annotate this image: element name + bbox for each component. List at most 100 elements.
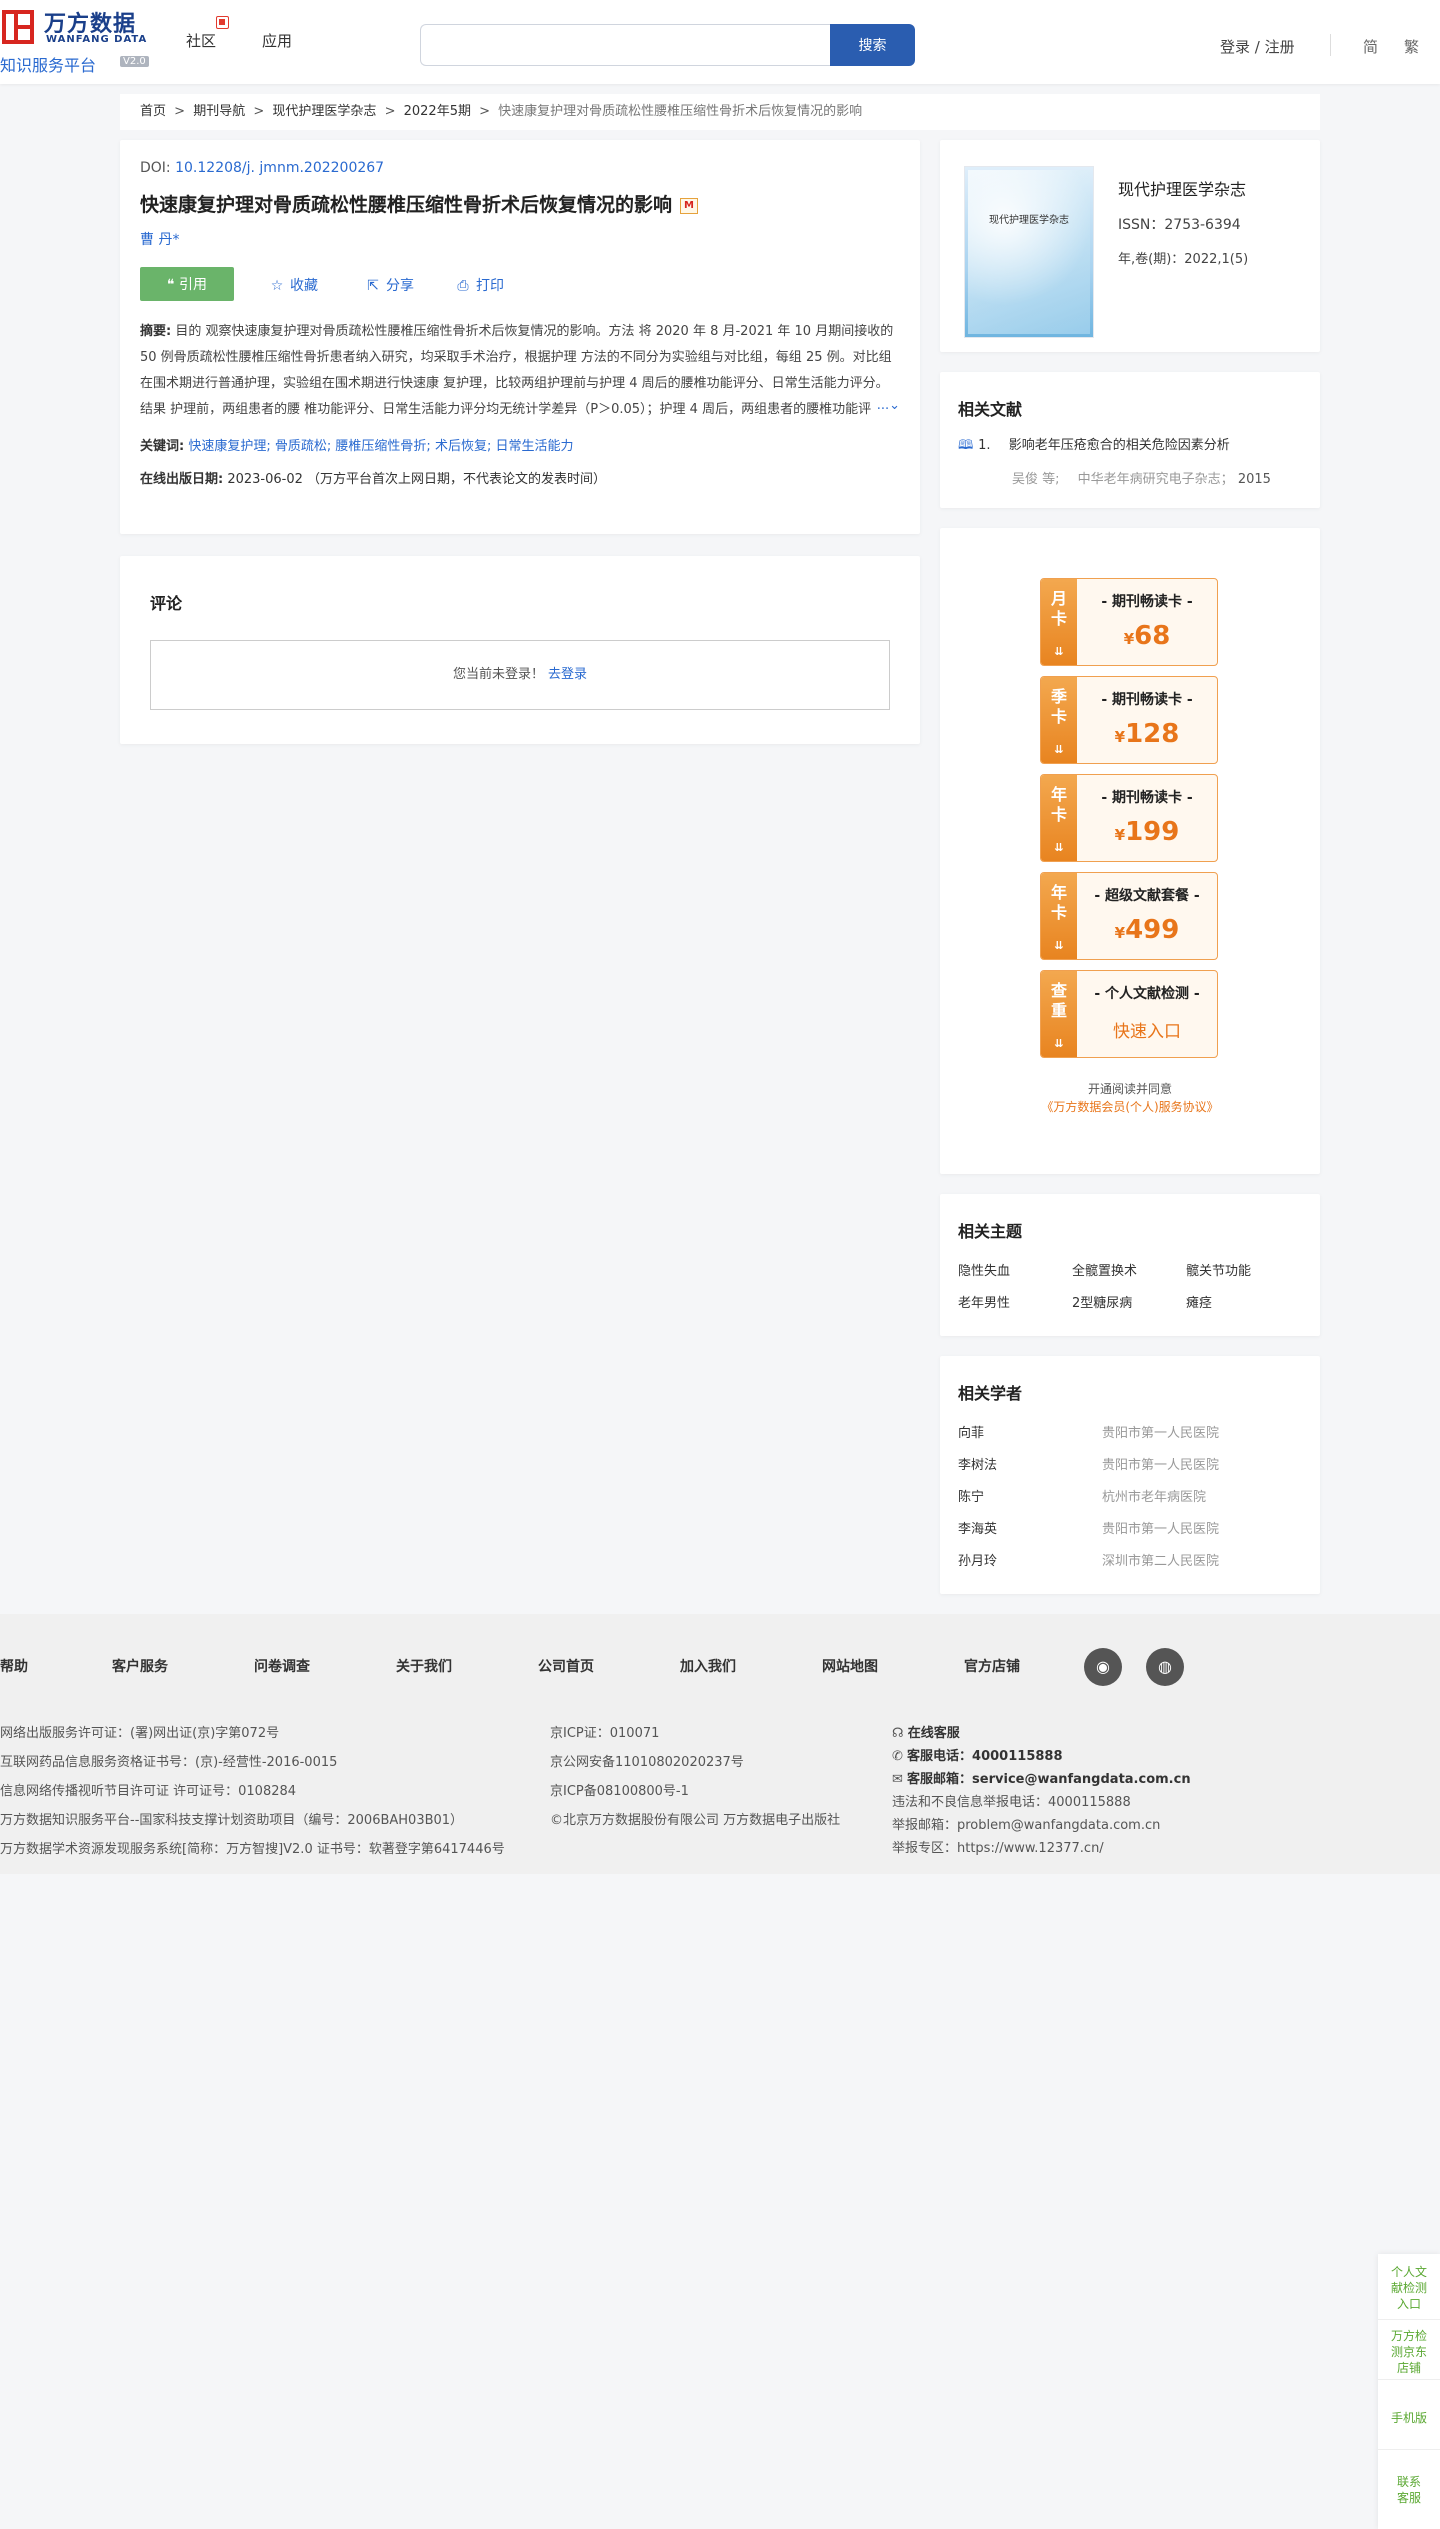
topic-tag[interactable]: 老年男性	[958, 1292, 1010, 1311]
doi-link[interactable]: 10.12208/j. jmnm.202200267	[175, 160, 384, 176]
cite-button[interactable]: ❝ 引用	[140, 267, 234, 301]
float-contact-service[interactable]: 联系客服	[1378, 2454, 1440, 2524]
scholar-name[interactable]: 陈宁	[958, 1486, 984, 1505]
login-register-link[interactable]: 登录 / 注册	[1220, 36, 1295, 57]
share-button[interactable]: ⇱ 分享	[366, 275, 414, 295]
cover-title: 现代护理医学杂志	[989, 215, 1069, 226]
lang-simplified[interactable]: 简	[1363, 36, 1378, 57]
journal-cover[interactable]: 现代护理医学杂志	[964, 166, 1094, 338]
agree-text: 开通阅读并同意	[1087, 1082, 1172, 1096]
keywords-label: 关键词:	[140, 439, 185, 454]
related-doc-item: 🕮 1. 影响老年压疮愈合的相关危险因素分析	[958, 434, 1308, 458]
card-side-label: 查重	[1050, 981, 1067, 1020]
currency: ¥	[1114, 728, 1126, 746]
breadcrumb-current: 快速康复护理对骨质疏松性腰椎压缩性骨折术后恢复情况的影响	[498, 104, 863, 119]
scholar-org: 贵阳市第一人民医院	[1102, 1522, 1220, 1537]
lang-traditional[interactable]: 繁	[1404, 36, 1419, 57]
footer-icp: 京ICP证：010071	[550, 1726, 660, 1741]
keyword-link[interactable]: 术后恢复;	[435, 439, 491, 454]
footer-icp: 京公网安备11010802020237号	[550, 1755, 744, 1770]
related-doc-title[interactable]: 影响老年压疮愈合的相关危险因素分析	[1009, 438, 1230, 453]
related-journal: 中华老年病研究电子杂志；	[1077, 472, 1234, 487]
cover-art	[968, 170, 1090, 334]
keyword-link[interactable]: 日常生活能力	[495, 439, 573, 454]
wechat-icon[interactable]: ◍	[1146, 1648, 1184, 1686]
share-icon: ⇱	[367, 278, 379, 294]
expand-ellipsis: ...	[876, 398, 890, 413]
cite-label: 引用	[178, 277, 207, 293]
card-label: - 期刊畅读卡 -	[1101, 692, 1193, 708]
scholar-name[interactable]: 向菲	[958, 1422, 984, 1441]
go-login-link[interactable]: 去登录	[548, 667, 587, 682]
card-side: 季卡 ⇊	[1041, 677, 1077, 763]
header-divider	[1330, 34, 1331, 56]
footer-link-store[interactable]: 官方店铺	[964, 1656, 1020, 1676]
comments-title: 评论	[150, 594, 183, 613]
breadcrumb-home[interactable]: 首页	[140, 104, 166, 119]
doi-line: DOI: 10.12208/j. jmnm.202200267	[140, 160, 900, 176]
footer-link-help[interactable]: 帮助	[0, 1656, 28, 1676]
journal-name[interactable]: 现代护理医学杂志	[1118, 176, 1246, 200]
topic-tag[interactable]: 瘫痉	[1186, 1292, 1212, 1311]
journal-issn: ISSN：2753-6394	[1118, 217, 1241, 233]
scholar-name[interactable]: 孙月玲	[958, 1550, 997, 1569]
scholar-org: 贵阳市第一人民医院	[1102, 1458, 1220, 1473]
footer-link-sitemap[interactable]: 网站地图	[822, 1656, 878, 1676]
breadcrumb-issue[interactable]: 2022年5期	[404, 104, 471, 119]
float-plagiarism-entry[interactable]: 个人文献检测入口	[1378, 2264, 1440, 2320]
breadcrumb-journal-nav[interactable]: 期刊导航	[193, 104, 245, 119]
footer-link-join[interactable]: 加入我们	[680, 1656, 736, 1676]
service-agreement-link[interactable]: 《万方数据会员(个人)服务协议》	[940, 1098, 1320, 1115]
print-button[interactable]: ⎙ 打印	[456, 275, 504, 295]
plagiarism-check-card[interactable]: 查重 ⇊ - 个人文献检测 - 快速入口	[1040, 970, 1218, 1058]
search-input[interactable]	[420, 24, 830, 66]
breadcrumb-journal[interactable]: 现代护理医学杂志	[272, 104, 376, 119]
double-down-arrow-icon: ⇊	[1054, 645, 1064, 658]
article-actions: ❝ 引用 ☆ 收藏 ⇱ 分享 ⎙ 打印	[140, 267, 900, 301]
scholar-name[interactable]: 李海英	[958, 1518, 997, 1537]
footer-link-about[interactable]: 关于我们	[396, 1656, 452, 1676]
journal-volume: 年,卷(期)：2022,1(5)	[1118, 252, 1249, 267]
abstract: 摘要: 目的 观察快速康复护理对骨质疏松性腰椎压缩性骨折术后恢复情况的影响。方法…	[140, 319, 900, 423]
print-label: 打印	[476, 278, 504, 294]
related-docs-title: 相关文献	[958, 400, 1023, 419]
article-title-text: 快速康复护理对骨质疏松性腰椎压缩性骨折术后恢复情况的影响	[140, 194, 673, 216]
report-email: 举报邮箱：problem@wanfangdata.com.cn	[892, 1818, 1161, 1833]
scholar-name[interactable]: 李树法	[958, 1454, 997, 1473]
search-button[interactable]: 搜索	[830, 24, 915, 66]
mail-icon: ✉	[892, 1772, 908, 1787]
abstract-label: 摘要:	[140, 324, 172, 339]
yearly-card[interactable]: 年卡 ⇊ - 期刊畅读卡 - ¥199	[1040, 774, 1218, 862]
footer-link-company[interactable]: 公司首页	[538, 1656, 594, 1676]
currency: ¥	[1114, 826, 1126, 844]
keyword-link[interactable]: 骨质疏松;	[275, 439, 331, 454]
related-scholars-card: 相关学者 向菲 贵阳市第一人民医院 李树法 贵阳市第一人民医院 陈宁 杭州市老年…	[940, 1356, 1320, 1594]
topic-tag[interactable]: 髋关节功能	[1186, 1260, 1251, 1279]
super-package-card[interactable]: 年卡 ⇊ - 超级文献套餐 - ¥499	[1040, 872, 1218, 960]
nav-apps[interactable]: 应用	[262, 30, 292, 51]
float-jd-store[interactable]: 万方检测京东店铺	[1378, 2324, 1440, 2380]
footer-link-service[interactable]: 客户服务	[112, 1656, 168, 1676]
breadcrumb: 首页 > 期刊导航 > 现代护理医学杂志 > 2022年5期 > 快速康复护理对…	[120, 94, 1320, 130]
expand-abstract-button[interactable]: ...⌄	[870, 393, 900, 419]
nav-community[interactable]: 社区	[186, 30, 216, 51]
float-mobile[interactable]: 手机版	[1378, 2394, 1440, 2450]
double-down-arrow-icon: ⇊	[1054, 939, 1064, 952]
favorite-button[interactable]: ☆ 收藏	[270, 275, 318, 295]
topic-tag[interactable]: 全髋置换术	[1072, 1260, 1137, 1279]
wanfang-logo[interactable]: 万方数据 WANFANG DATA 知识服务平台 V2.0	[0, 6, 160, 76]
card-price: ¥128	[1077, 719, 1217, 749]
quarterly-card[interactable]: 季卡 ⇊ - 期刊畅读卡 - ¥128	[1040, 676, 1218, 764]
keyword-link[interactable]: 快速康复护理;	[188, 439, 270, 454]
topic-tag[interactable]: 隐性失血	[958, 1260, 1010, 1279]
weibo-icon[interactable]: ◉	[1084, 1648, 1122, 1686]
monthly-card[interactable]: 月卡 ⇊ - 期刊畅读卡 - ¥68	[1040, 578, 1218, 666]
topic-tag[interactable]: 2型糖尿病	[1072, 1292, 1132, 1311]
author-link[interactable]: 曹 丹*	[140, 229, 900, 249]
footer-link-survey[interactable]: 问卷调查	[254, 1656, 310, 1676]
online-service-link[interactable]: ☊ 在线客服	[892, 1722, 960, 1741]
star-icon: ☆	[270, 278, 284, 294]
logo-version: V2.0	[120, 56, 149, 67]
quote-icon: ❝	[167, 277, 179, 293]
keyword-link[interactable]: 腰椎压缩性骨折;	[335, 439, 430, 454]
